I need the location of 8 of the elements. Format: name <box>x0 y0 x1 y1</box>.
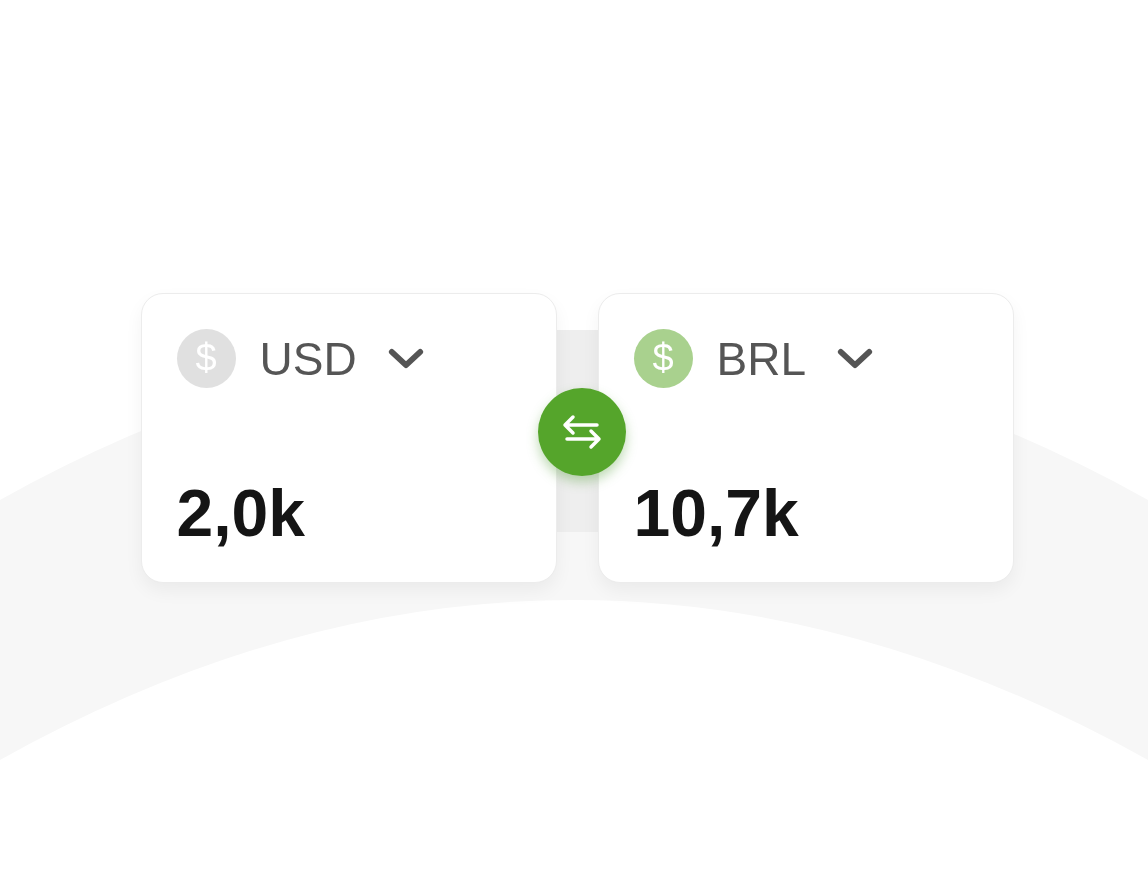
amount-text: 10,7k <box>633 480 800 546</box>
amount-text: 2,0k <box>176 480 306 546</box>
chevron-down-icon <box>386 347 425 370</box>
chevron-down-icon <box>836 347 874 370</box>
coin-icon: $ <box>176 329 236 388</box>
currency-dropdown[interactable]: USD <box>259 331 425 386</box>
currency-dropdown[interactable]: BRL <box>716 331 874 386</box>
coin-icon: $ <box>633 329 693 388</box>
